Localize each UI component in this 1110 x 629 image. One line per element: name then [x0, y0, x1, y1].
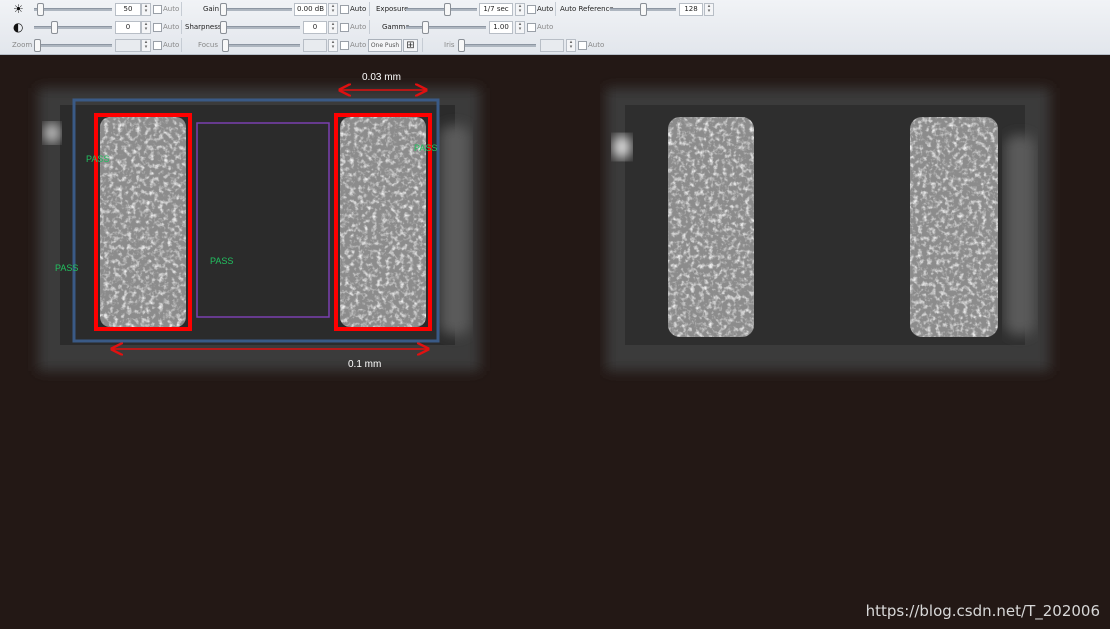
chip-edge	[1005, 135, 1035, 335]
right-electrode-texture	[910, 117, 998, 337]
sharpness-spinner[interactable]: ▴ ▾	[328, 21, 338, 34]
gain-auto-label: Auto	[350, 5, 367, 13]
watermark: https://blog.csdn.net/T_202006	[865, 602, 1100, 620]
contrast-spinner[interactable]: ▴ ▾	[141, 21, 151, 34]
pass-label-right: PASS	[414, 143, 437, 153]
pass-label-center: PASS	[210, 256, 233, 266]
zoom-auto-label: Auto	[163, 41, 180, 49]
left-electrode-texture	[100, 117, 186, 327]
focus-label: Focus	[198, 41, 218, 49]
chip-edge	[440, 125, 470, 335]
sharpness-label: Sharpness	[185, 23, 222, 31]
contrast-icon: ◐	[13, 20, 24, 34]
contrast-auto-checkbox[interactable]	[153, 23, 162, 32]
separator	[555, 2, 556, 16]
auto-reference-slider[interactable]	[610, 3, 676, 16]
auto-reference-spinner[interactable]: ▴ ▾	[704, 3, 714, 16]
brightness-auto-checkbox[interactable]	[153, 5, 162, 14]
contrast-auto-label: Auto	[163, 23, 180, 31]
toolbar-row-1: ☀ 50 ▴ ▾ Auto Gain 0.00 dB ▴ ▾ Auto Exposu…	[0, 0, 1110, 18]
exposure-label: Exposure	[376, 5, 409, 13]
pass-label-left-mid: PASS	[55, 263, 78, 273]
camera-control-toolbar: ☀ 50 ▴ ▾ Auto Gain 0.00 dB ▴ ▾ Auto Exposu…	[0, 0, 1110, 55]
separator	[181, 38, 182, 52]
brightness-auto-label: Auto	[163, 5, 180, 13]
gain-label: Gain	[203, 5, 220, 13]
inspection-image-annotated: 0.03 mm 0.1 mm PASS PASS PASS PASS	[38, 72, 480, 371]
focus-spinner[interactable]: ▴ ▾	[328, 39, 338, 52]
gamma-spinner[interactable]: ▴ ▾	[515, 21, 525, 34]
pass-label-left-top: PASS	[86, 154, 109, 164]
sharpness-auto-checkbox[interactable]	[340, 23, 349, 32]
separator	[369, 20, 370, 34]
one-push-button[interactable]: One Push	[368, 39, 402, 52]
inspection-image-raw	[606, 88, 1050, 371]
iris-field[interactable]	[540, 39, 564, 52]
dimension-label-top: 0.03 mm	[362, 72, 401, 83]
zoom-label: Zoom	[12, 41, 33, 49]
crosshair-icon[interactable]: ⊞	[403, 39, 418, 52]
zoom-field[interactable]	[115, 39, 141, 52]
brightness-icon: ☀	[13, 2, 24, 16]
gamma-field[interactable]: 1.00	[489, 21, 513, 34]
gain-field[interactable]: 0.00 dB	[294, 3, 327, 16]
image-viewer: 0.03 mm 0.1 mm PASS PASS PASS PASS https…	[0, 55, 1110, 629]
zoom-spinner[interactable]: ▴ ▾	[141, 39, 151, 52]
separator	[181, 2, 182, 16]
focus-slider[interactable]	[222, 39, 300, 52]
gamma-auto-label: Auto	[537, 23, 554, 31]
focus-auto-label: Auto	[350, 41, 367, 49]
auto-reference-field[interactable]: 128	[679, 3, 703, 16]
zoom-slider[interactable]	[34, 39, 112, 52]
focus-auto-checkbox[interactable]	[340, 41, 349, 50]
separator	[369, 2, 370, 16]
focus-field[interactable]	[303, 39, 327, 52]
iris-spinner[interactable]: ▴ ▾	[566, 39, 576, 52]
auto-reference-label: Auto Reference	[560, 5, 614, 13]
iris-auto-label: Auto	[588, 41, 605, 49]
sharpness-field[interactable]: 0	[303, 21, 327, 34]
exposure-auto-checkbox[interactable]	[527, 5, 536, 14]
toolbar-row-2: ◐ 0 ▴ ▾ Auto Sharpness 0 ▴ ▾ Auto Gamma 1.…	[0, 18, 1110, 36]
brightness-field[interactable]: 50	[115, 3, 141, 16]
contrast-field[interactable]: 0	[115, 21, 141, 34]
exposure-spinner[interactable]: ▴ ▾	[515, 3, 525, 16]
sharpness-auto-label: Auto	[350, 23, 367, 31]
contrast-slider[interactable]	[34, 21, 112, 34]
brightness-slider[interactable]	[34, 3, 112, 16]
iris-slider[interactable]	[458, 39, 536, 52]
exposure-auto-label: Auto	[537, 5, 554, 13]
separator	[422, 38, 423, 52]
dimension-label-bottom: 0.1 mm	[348, 359, 381, 370]
gamma-slider[interactable]	[406, 21, 486, 34]
exposure-field[interactable]: 1/7 sec	[479, 3, 513, 16]
brightness-spinner[interactable]: ▴ ▾	[141, 3, 151, 16]
iris-auto-checkbox[interactable]	[578, 41, 587, 50]
exposure-slider[interactable]	[406, 3, 477, 16]
gamma-auto-checkbox[interactable]	[527, 23, 536, 32]
glare	[613, 135, 631, 159]
zoom-auto-checkbox[interactable]	[153, 41, 162, 50]
gain-slider[interactable]	[220, 3, 292, 16]
glare	[44, 123, 60, 143]
gain-spinner[interactable]: ▴ ▾	[328, 3, 338, 16]
iris-label: Iris	[444, 41, 455, 49]
separator	[181, 20, 182, 34]
sharpness-slider[interactable]	[220, 21, 300, 34]
toolbar-row-3: Zoom ▴ ▾ Auto Focus ▴ ▾ Auto One Push ⊞ Ir…	[0, 36, 1110, 54]
gain-auto-checkbox[interactable]	[340, 5, 349, 14]
left-electrode-texture	[668, 117, 754, 337]
